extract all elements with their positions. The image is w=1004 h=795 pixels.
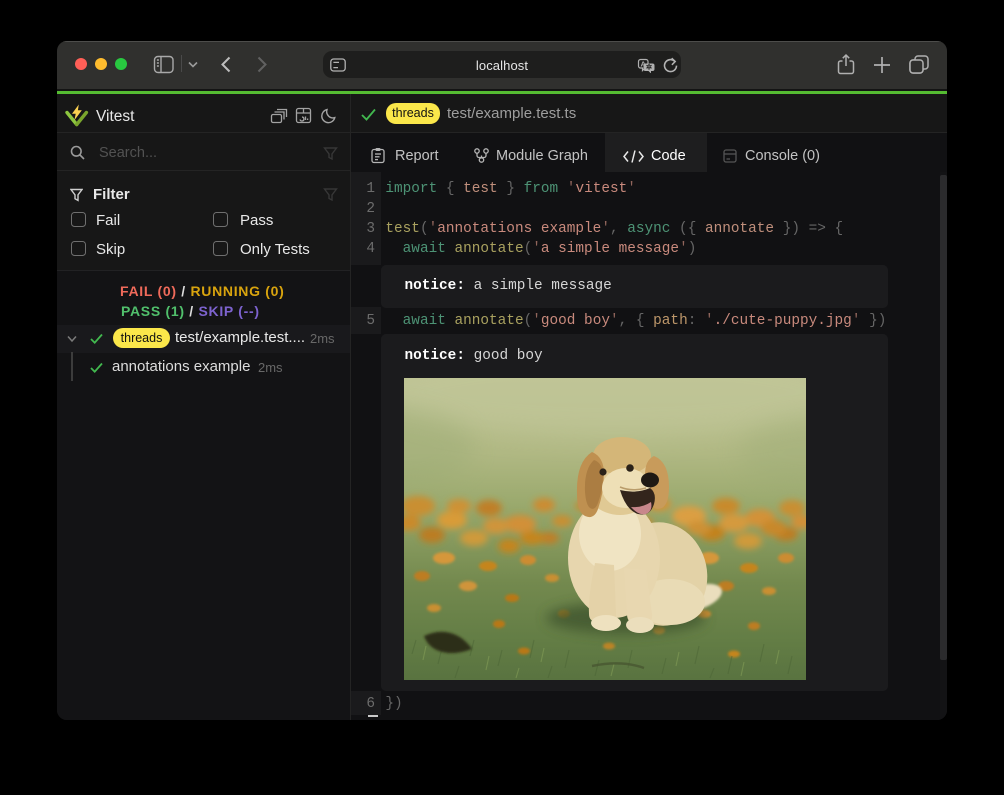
- svg-text:✲: ✲: [646, 62, 653, 71]
